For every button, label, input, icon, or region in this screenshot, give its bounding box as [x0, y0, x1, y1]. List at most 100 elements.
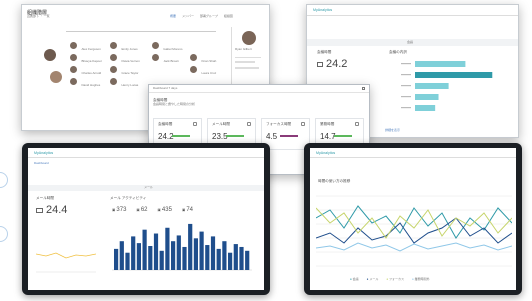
kpi-trend-bar — [280, 135, 298, 137]
calendar-icon — [193, 122, 197, 126]
activity-bar — [210, 236, 216, 270]
bar-label-placeholder — [401, 96, 411, 98]
placeholder-line — [235, 67, 259, 69]
profile-name: Ryan Gilbert — [235, 47, 252, 51]
series-line — [316, 242, 512, 252]
activity-bar — [148, 246, 153, 270]
activity-bar — [222, 241, 227, 270]
person-card[interactable]: Henry Lucas — [110, 73, 138, 91]
trend-legend: ● 会議 ● メール ● フォーカス ● 業務時間外 — [350, 277, 430, 282]
activity-bar — [114, 248, 119, 270]
tab-groups[interactable]: 部署グループ — [200, 14, 218, 19]
summary-value: 24.2 — [326, 58, 348, 70]
bar-label-placeholder — [401, 63, 411, 65]
detail-title: 会議の内訳 — [389, 50, 407, 54]
activity-bar — [176, 235, 181, 270]
tab-chart[interactable]: 組織図 — [224, 14, 233, 19]
mail-window: MyAnalytics Dashboard メール メール時間 24.4 メール… — [28, 148, 264, 290]
person-card[interactable]: Laura Cruz — [190, 61, 216, 79]
activity-bar — [153, 233, 159, 270]
mail-stats: ▣ 373 ▣ 62 ▣ 435 ▣ 74 — [112, 207, 193, 213]
kpi-header: Dashboard 7 days — [149, 85, 369, 93]
meeting-breakdown-chart — [401, 61, 493, 111]
avatar[interactable] — [50, 71, 62, 83]
activity-bar — [205, 245, 210, 270]
tab-members[interactable]: メンバー — [182, 14, 194, 19]
activity-bar — [216, 248, 221, 270]
kpi-header-label: Dashboard 7 days — [153, 86, 178, 90]
activity-bar — [239, 246, 244, 270]
trend-title: 時間の使い方の推移 — [318, 179, 351, 183]
activity-bar — [245, 250, 250, 270]
meeting-bar — [415, 83, 449, 89]
avatar — [190, 66, 197, 74]
mail-value: 24.4 — [46, 204, 68, 216]
bar-label-placeholder — [401, 107, 411, 109]
kpi-trend-bar — [334, 135, 352, 137]
tree-line — [66, 31, 216, 32]
series-line — [316, 205, 512, 239]
time-trend-chart — [316, 195, 512, 267]
tab-overview[interactable]: 概要 — [170, 14, 176, 19]
activity-bar — [171, 241, 176, 270]
mail-value-row: 24.4 — [36, 204, 67, 216]
avatar[interactable] — [44, 49, 56, 61]
kpi-card-subtitle: 会議時間と費やした時間の分析 — [153, 102, 196, 106]
kpi-label: フォーカス時間 — [266, 122, 292, 126]
activity-bar — [142, 229, 147, 270]
series-line — [316, 207, 512, 239]
kpi-value: 24.2 — [158, 132, 174, 141]
meeting-bar — [415, 61, 466, 67]
bar-label-placeholder — [401, 74, 411, 76]
person-card[interactable]: David Hughes — [70, 73, 100, 91]
mail-icon — [247, 122, 251, 126]
mail-trend — [36, 252, 96, 273]
mail-icon — [36, 207, 43, 213]
profile-panel: Ryan Gilbert — [231, 27, 267, 89]
kpi-label: 会議時間 — [158, 122, 173, 126]
app-name: MyAnalytics — [316, 151, 336, 155]
series-line — [316, 217, 512, 244]
profile-avatar — [242, 31, 256, 45]
stat-read: ▣ 435 — [157, 207, 172, 213]
summary-value-row: 24.2 — [317, 58, 347, 70]
close-icon[interactable] — [362, 87, 365, 90]
trend-window: MyAnalytics 時間の使い方の推移 ● 会議 ● メール ● フォーカス… — [310, 148, 516, 290]
kpi-trend-bar — [226, 135, 244, 137]
app-header: MyAnalytics — [28, 148, 264, 158]
kpi-label: メール時間 — [212, 122, 230, 126]
section-label: メール — [144, 185, 154, 190]
activity-bar — [119, 241, 124, 270]
app-header: MyAnalytics — [307, 5, 518, 16]
details-link[interactable]: 詳細を表示 — [385, 128, 400, 133]
avatar — [152, 54, 159, 62]
kpi-label: 業務時間 — [320, 122, 335, 126]
legend-item: ● フォーカス — [386, 277, 405, 281]
meeting-bar — [415, 105, 436, 111]
tab-dashboard[interactable]: Dashboard — [34, 161, 49, 166]
stat-sent: ▣ 373 — [112, 207, 127, 213]
meeting-bar — [415, 94, 439, 100]
activity-bar — [182, 246, 187, 270]
activity-bar — [159, 250, 164, 270]
focus-icon — [301, 122, 305, 126]
kpi-trend-bar — [172, 135, 190, 137]
person-card[interactable]: Jack Brown — [152, 49, 179, 67]
stat-received: ▣ 62 — [136, 207, 148, 213]
activity-title: メール アクティビティ — [110, 196, 147, 200]
activity-bar — [188, 223, 193, 270]
activity-bar — [165, 227, 170, 270]
divider — [235, 57, 261, 58]
org-tabs: 概要 メンバー 部署グループ 組織図 — [170, 14, 233, 19]
kpi-value: 4.5 — [266, 132, 278, 141]
org-subtitle: 直属部下 ・ 一覧 — [27, 14, 50, 18]
legend-item: ● メール — [366, 277, 379, 281]
activity-bar — [228, 252, 233, 270]
activity-bar — [199, 231, 204, 270]
bar-label-placeholder — [401, 85, 411, 87]
app-name: MyAnalytics — [313, 8, 333, 12]
mail-title: メール時間 — [36, 196, 54, 200]
circle-badge — [0, 172, 8, 188]
activity-bar — [131, 236, 136, 270]
activity-bar — [193, 238, 198, 270]
